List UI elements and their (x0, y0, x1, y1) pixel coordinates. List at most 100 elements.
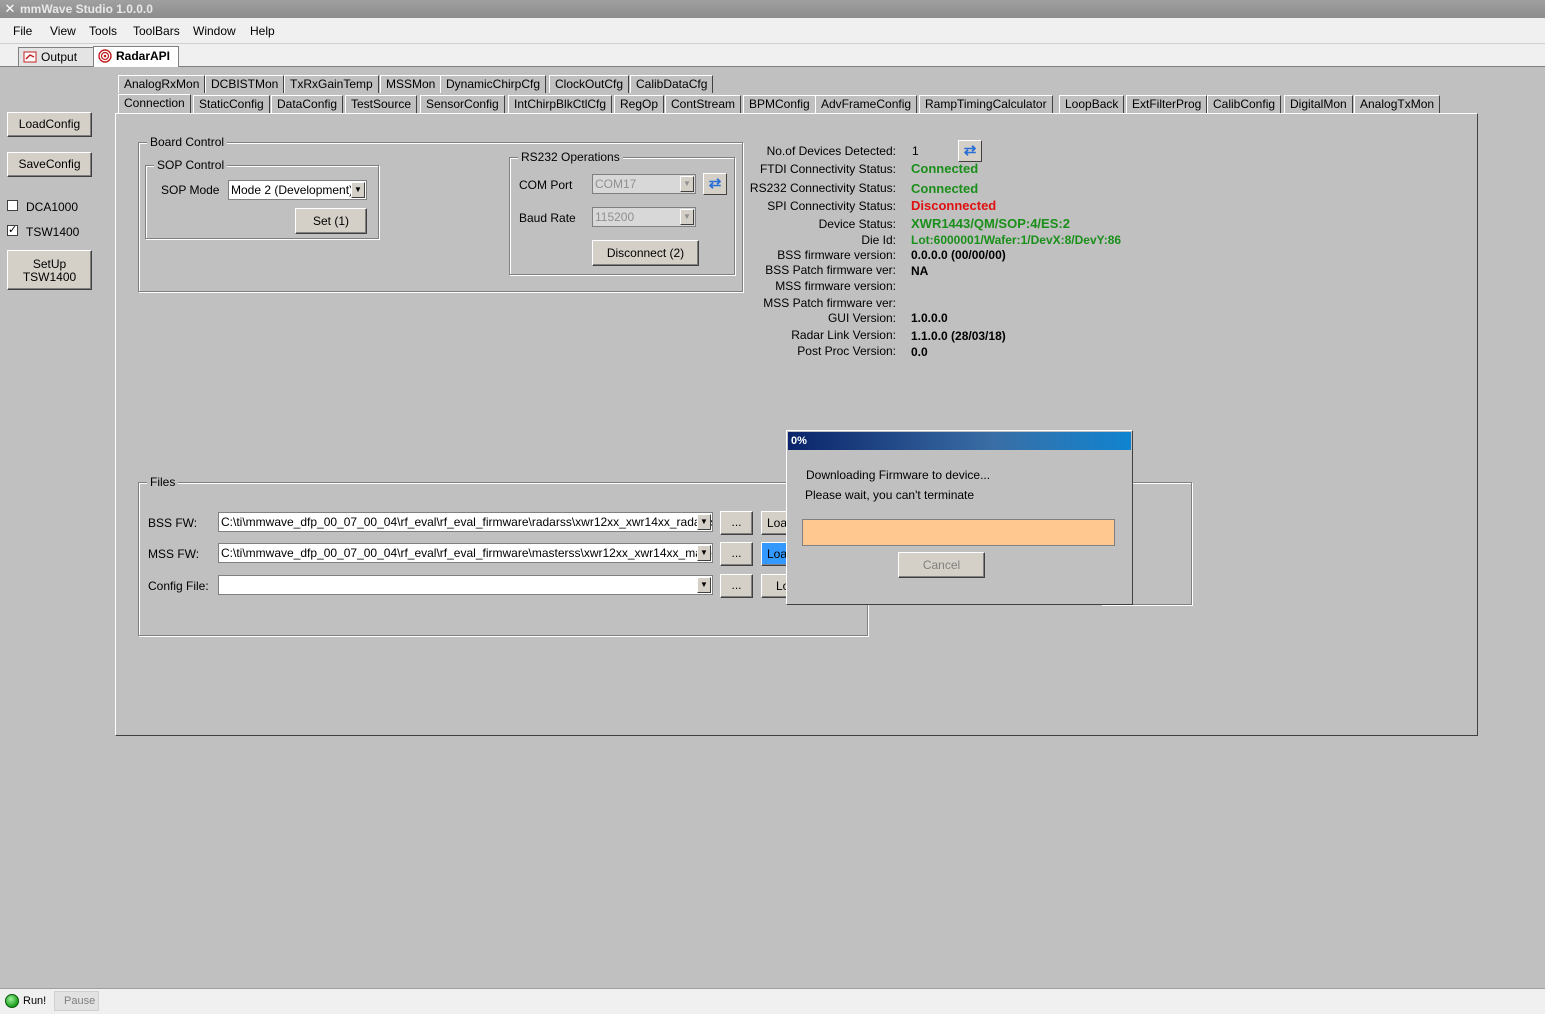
radar-link-row: Radar Link Version: (116, 328, 896, 342)
rs232-status: Connected (911, 181, 979, 196)
tab-dataconfig[interactable]: DataConfig (271, 95, 344, 113)
menu-view[interactable]: View (50, 24, 76, 38)
die-id-label: Die Id: (861, 233, 896, 247)
gui-version-value: 1.0.0.0 (911, 311, 948, 325)
load-config-button[interactable]: LoadConfig (7, 112, 92, 137)
tab-clockoutcfg[interactable]: ClockOutCfg (549, 75, 630, 93)
mss-browse-button[interactable]: ... (720, 542, 753, 566)
tab-regop[interactable]: RegOp (614, 95, 665, 113)
bss-patch-label: BSS Patch firmware ver: (765, 263, 896, 277)
cancel-button[interactable]: Cancel (898, 552, 985, 578)
mss-patch-label: MSS Patch firmware ver: (763, 296, 896, 310)
mss-patch-row: MSS Patch firmware ver: (116, 296, 896, 310)
ftdi-row: FTDI Connectivity Status: (116, 162, 896, 176)
menu-bar: File View Tools ToolBars Window Help (0, 18, 1545, 44)
tab-staticconfig[interactable]: StaticConfig (193, 95, 270, 113)
gui-version-label: GUI Version: (827, 311, 896, 325)
tab-bpmconfig[interactable]: BPMConfig (743, 95, 816, 113)
dca1000-checkbox[interactable] (7, 200, 18, 211)
tab-contstream[interactable]: ContStream (665, 95, 742, 113)
progress-bar (802, 519, 1115, 546)
tab-connection[interactable]: Connection (118, 94, 191, 114)
tab-analogrxmon[interactable]: AnalogRxMon (118, 75, 206, 93)
config-file-label: Config File: (148, 579, 209, 593)
menu-help[interactable]: Help (250, 24, 275, 38)
doc-tab-label: RadarAPI (116, 49, 171, 63)
output-icon (23, 51, 37, 63)
die-id-row: Die Id: (116, 233, 896, 247)
radar-link-label: Radar Link Version: (791, 328, 896, 342)
spi-label: SPI Connectivity Status: (767, 199, 896, 213)
files-group: Files BSS FW: C:\ti\mmwave_dfp_00_07_00_… (138, 475, 868, 636)
rs232-label: RS232 Connectivity Status: (749, 181, 896, 195)
devices-label: No.of Devices Detected: (766, 144, 896, 158)
ftdi-label: FTDI Connectivity Status: (759, 162, 896, 176)
tab-loopback[interactable]: LoopBack (1059, 95, 1125, 113)
die-id-value: Lot:6000001/Wafer:1/DevX:8/DevY:86 (911, 233, 1122, 247)
tab-extfilterprog[interactable]: ExtFilterProg (1126, 95, 1208, 113)
tab-dcbistmon[interactable]: DCBISTMon (205, 75, 285, 93)
rs232-row: RS232 Connectivity Status: (116, 181, 896, 195)
chevron-down-icon[interactable]: ▼ (697, 514, 711, 530)
progress-dialog: 0% Downloading Firmware to device... Ple… (786, 430, 1133, 605)
spi-status: Disconnected (911, 198, 997, 213)
tab-sensorconfig[interactable]: SensorConfig (420, 95, 505, 113)
bss-patch-value: NA (911, 264, 929, 278)
menu-window[interactable]: Window (193, 24, 236, 38)
chevron-down-icon[interactable]: ▼ (697, 577, 711, 593)
tab-dynamicchirpcfg[interactable]: DynamicChirpCfg (440, 75, 547, 93)
pause-button[interactable]: Pause (64, 995, 95, 1007)
tab-calibdatacfg[interactable]: CalibDataCfg (630, 75, 714, 93)
tab-calibconfig[interactable]: CalibConfig (1207, 95, 1282, 113)
progress-message-line1: Downloading Firmware to device... (806, 468, 991, 482)
mss-fw-path: C:\ti\mmwave_dfp_00_07_00_04\rf_eval\rf_… (221, 546, 713, 560)
tab-testsource[interactable]: TestSource (345, 95, 418, 113)
gui-version-row: GUI Version: (116, 311, 896, 325)
window-title: mmWave Studio 1.0.0.0 (20, 2, 153, 16)
bss-fw-value: 0.0.0.0 (00/00/00) (911, 248, 1006, 262)
device-status-value: XWR1443/QM/SOP:4/ES:2 (911, 216, 1070, 231)
bss-fw-path: C:\ti\mmwave_dfp_00_07_00_04\rf_eval\rf_… (221, 515, 713, 529)
setup-tsw1400-button[interactable]: SetUp TSW1400 (7, 250, 92, 290)
tab-txrxgaintemp[interactable]: TxRxGainTemp (284, 75, 379, 93)
status-bar: Run! Pause (0, 988, 1545, 1014)
mss-fw-label: MSS firmware version: (775, 279, 896, 293)
document-tabs: Output RadarAPI (0, 44, 1545, 67)
post-proc-value: 0.0 (911, 345, 928, 359)
tsw1400-checkbox[interactable]: ✓ (7, 225, 18, 236)
bss-fw-label: BSS firmware version: (777, 248, 896, 262)
tab-intchirpblkctlcfg[interactable]: IntChirpBlkCtlCfg (508, 95, 613, 113)
device-status-row: Device Status: (116, 217, 896, 231)
tab-digitalmon[interactable]: DigitalMon (1284, 95, 1353, 113)
mss-fw-path-input[interactable]: C:\ti\mmwave_dfp_00_07_00_04\rf_eval\rf_… (218, 543, 713, 563)
menu-file[interactable]: File (13, 24, 32, 38)
connection-panel: Board Control SOP Control SOP Mode Mode … (115, 113, 1478, 736)
doc-tab-radarapi[interactable]: RadarAPI (93, 46, 179, 67)
tsw1400-label: TSW1400 (26, 225, 80, 239)
run-button[interactable]: Run! (23, 995, 46, 1007)
files-title: Files (147, 475, 179, 489)
bss-fw-row: BSS firmware version: (116, 248, 896, 262)
setup-label-line2: TSW1400 (22, 270, 77, 284)
doc-tab-label: Output (41, 50, 78, 64)
bss-browse-button[interactable]: ... (720, 511, 753, 535)
menu-tools[interactable]: Tools (89, 24, 117, 38)
config-file-input[interactable]: ▼ (218, 575, 713, 595)
menu-toolbars[interactable]: ToolBars (133, 24, 180, 38)
refresh-devices-icon[interactable]: ⇄ (958, 140, 982, 162)
save-config-button[interactable]: SaveConfig (7, 152, 92, 177)
devices-row: No.of Devices Detected: (116, 144, 896, 158)
mss-fw-row: MSS firmware version: (116, 279, 896, 293)
radar-link-value: 1.1.0.0 (28/03/18) (911, 329, 1006, 343)
tab-analogtxmon[interactable]: AnalogTxMon (1354, 95, 1441, 113)
bss-fw-field-label: BSS FW: (148, 516, 198, 530)
tab-ramptimingcalculator[interactable]: RampTimingCalculator (919, 95, 1053, 113)
config-browse-button[interactable]: ... (720, 574, 753, 598)
chevron-down-icon[interactable]: ▼ (697, 545, 711, 561)
tab-mssmon[interactable]: MSSMon (380, 75, 442, 93)
progress-dialog-title: 0% (788, 432, 1131, 450)
bss-fw-path-input[interactable]: C:\ti\mmwave_dfp_00_07_00_04\rf_eval\rf_… (218, 512, 713, 532)
run-icon[interactable] (5, 994, 19, 1008)
tab-advframeconfig[interactable]: AdvFrameConfig (815, 95, 918, 113)
bss-patch-row: BSS Patch firmware ver: (116, 263, 896, 277)
